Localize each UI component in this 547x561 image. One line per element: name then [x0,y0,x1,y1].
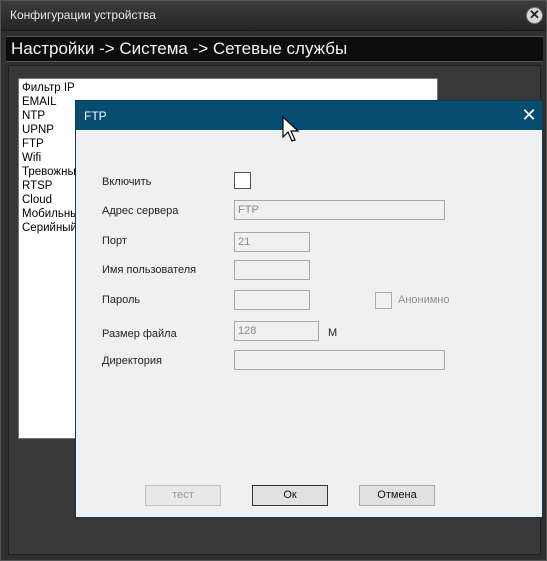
window-close-button[interactable]: ✕ [526,7,543,24]
list-item-serial[interactable]: Серийный [22,222,77,235]
cancel-button[interactable]: Отмена [359,485,435,506]
server-address-field[interactable]: FTP [234,200,445,220]
breadcrumb-text: Настройки -> Система -> Сетевые службы [11,39,348,58]
anonymous-label: Анонимно [398,294,450,306]
close-icon: ✕ [529,7,540,22]
test-button[interactable]: тест [145,485,221,506]
enable-label: Включить [102,176,152,188]
password-label: Пароль [102,294,141,306]
filesize-label: Размер файла [102,328,177,340]
breadcrumb: Настройки -> Система -> Сетевые службы [6,36,543,62]
dialog-titlebar: FTP ✕ [76,101,542,130]
ftp-dialog: FTP ✕ Включить Адрес сервера FTP Порт 21… [75,100,543,518]
dialog-title: FTP [84,109,107,123]
port-label: Порт [102,235,127,247]
enable-checkbox[interactable] [234,172,251,189]
list-item-mobile[interactable]: Мобильны [22,208,78,221]
dialog-close-button[interactable]: ✕ [519,105,539,125]
list-item-ftp[interactable]: FTP [22,138,44,151]
port-field[interactable]: 21 [234,232,310,252]
list-item-upnp[interactable]: UPNP [22,124,54,137]
server-label: Адрес сервера [102,205,179,217]
anonymous-checkbox[interactable] [375,292,392,309]
directory-label: Директория [102,355,163,367]
list-item-rtsp[interactable]: RTSP [22,180,52,193]
list-item-wifi[interactable]: Wifi [22,152,41,165]
username-label: Имя пользователя [102,264,197,276]
list-item-ntp[interactable]: NTP [22,110,45,123]
username-field[interactable] [234,260,310,280]
close-icon: ✕ [521,105,537,125]
list-item-ip-filter[interactable]: Фильтр IP [22,82,75,95]
list-item-alarm[interactable]: Тревожны [22,166,76,179]
window-titlebar: Конфигурации устройства ✕ [1,1,546,31]
list-item-email[interactable]: EMAIL [22,96,57,109]
mouse-pointer-icon [282,116,300,142]
password-field[interactable] [234,290,310,310]
list-item-cloud[interactable]: Cloud [22,194,52,207]
filesize-field[interactable]: 128 [234,321,319,341]
window-title: Конфигурации устройства [10,8,156,22]
directory-field[interactable] [234,350,445,370]
filesize-unit: М [328,327,338,339]
ok-button[interactable]: Ок [252,485,328,506]
